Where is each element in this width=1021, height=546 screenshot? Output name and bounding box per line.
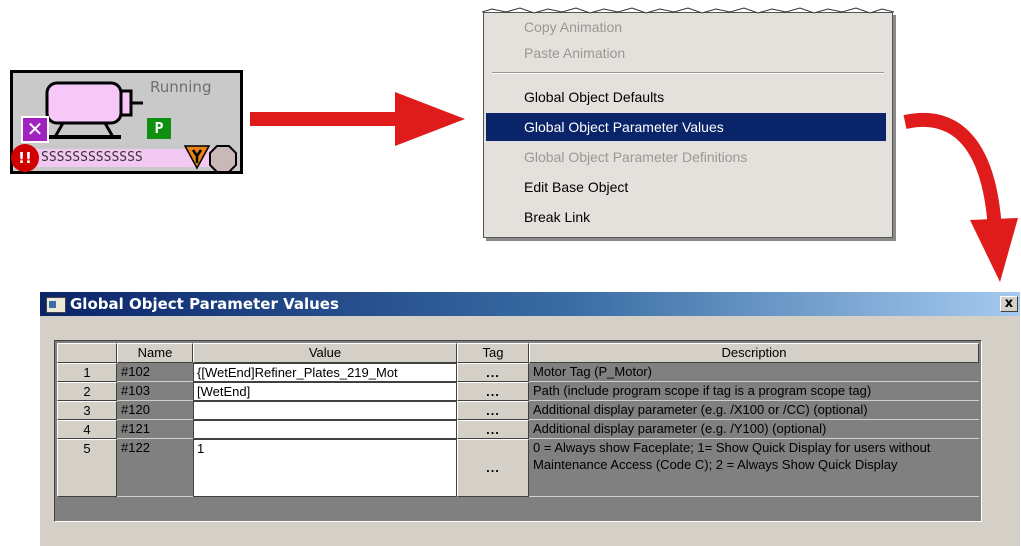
row-number[interactable]: 4 bbox=[57, 420, 117, 439]
menu-item-global-object-parameter-definitions[interactable]: Global Object Parameter Definitions bbox=[486, 143, 886, 171]
bypass-x-icon: ✕ bbox=[21, 116, 49, 143]
tag-browse-button[interactable]: ... bbox=[457, 382, 529, 401]
param-value-input[interactable] bbox=[193, 401, 457, 420]
menu-item-global-object-parameter-values[interactable]: Global Object Parameter Values bbox=[486, 113, 886, 141]
menu-item-edit-base-object[interactable]: Edit Base Object bbox=[486, 173, 886, 201]
arrow-curved-icon bbox=[903, 113, 1018, 282]
octagon-status-icon bbox=[209, 145, 237, 173]
param-name: #103 bbox=[117, 382, 193, 401]
parameter-values-dialog: Global Object Parameter Values x Name Va… bbox=[40, 292, 1020, 546]
menu-item-global-object-defaults[interactable]: Global Object Defaults bbox=[486, 83, 886, 111]
window-icon bbox=[46, 297, 66, 313]
dialog-title-bar[interactable]: Global Object Parameter Values x bbox=[40, 292, 1020, 316]
param-name: #102 bbox=[117, 363, 193, 382]
param-name: #120 bbox=[117, 401, 193, 420]
maintenance-wrench-icon bbox=[183, 145, 211, 170]
column-header-description: Description bbox=[529, 343, 979, 363]
param-value-input[interactable]: {[WetEnd]Refiner_Plates_219_Mot bbox=[193, 363, 457, 382]
menu-item-paste-animation[interactable]: Paste Animation bbox=[486, 39, 886, 67]
alarm-icon: !! bbox=[11, 144, 39, 172]
column-header-tag: Tag bbox=[457, 343, 529, 363]
column-header-value: Value bbox=[193, 343, 457, 363]
faceplate-body: Running ✕ P SSSSSSSSSSSSS !! bbox=[11, 73, 240, 173]
motor-status-text: Running bbox=[150, 78, 212, 96]
tag-browse-button[interactable]: ... bbox=[457, 363, 529, 382]
parameter-grid: Name Value Tag Description 1 #102 {[WetE… bbox=[54, 340, 982, 522]
param-description: Additional display parameter (e.g. /X100… bbox=[529, 401, 979, 420]
menu-item-break-link[interactable]: Break Link bbox=[486, 203, 886, 231]
context-menu: Copy Animation Paste Animation Global Ob… bbox=[483, 12, 893, 238]
param-name: #122 bbox=[117, 439, 193, 497]
tag-browse-button[interactable]: ... bbox=[457, 401, 529, 420]
row-number[interactable]: 5 bbox=[57, 439, 117, 497]
param-value-input[interactable]: 1 bbox=[193, 439, 457, 497]
arrow-right-icon bbox=[250, 92, 465, 146]
column-header-name: Name bbox=[117, 343, 193, 363]
row-number[interactable]: 2 bbox=[57, 382, 117, 401]
close-button[interactable]: x bbox=[1000, 296, 1018, 312]
menu-separator bbox=[492, 72, 884, 74]
tag-browse-button[interactable]: ... bbox=[457, 439, 529, 497]
motor-faceplate[interactable]: Running ✕ P SSSSSSSSSSSSS !! bbox=[10, 70, 243, 174]
row-number[interactable]: 1 bbox=[57, 363, 117, 382]
param-value-input[interactable] bbox=[193, 420, 457, 439]
tag-browse-button[interactable]: ... bbox=[457, 420, 529, 439]
param-description: Path (include program scope if tag is a … bbox=[529, 382, 979, 401]
row-number[interactable]: 3 bbox=[57, 401, 117, 420]
param-value-input[interactable]: [WetEnd] bbox=[193, 382, 457, 401]
motor-icon bbox=[45, 81, 143, 139]
grid-corner-header bbox=[57, 343, 117, 363]
param-description: Motor Tag (P_Motor) bbox=[529, 363, 979, 382]
torn-edge bbox=[482, 0, 894, 14]
program-mode-icon: P bbox=[147, 118, 171, 139]
dialog-title: Global Object Parameter Values bbox=[70, 295, 339, 313]
param-description: 0 = Always show Faceplate; 1= Show Quick… bbox=[529, 439, 979, 497]
param-name: #121 bbox=[117, 420, 193, 439]
param-description: Additional display parameter (e.g. /Y100… bbox=[529, 420, 979, 439]
